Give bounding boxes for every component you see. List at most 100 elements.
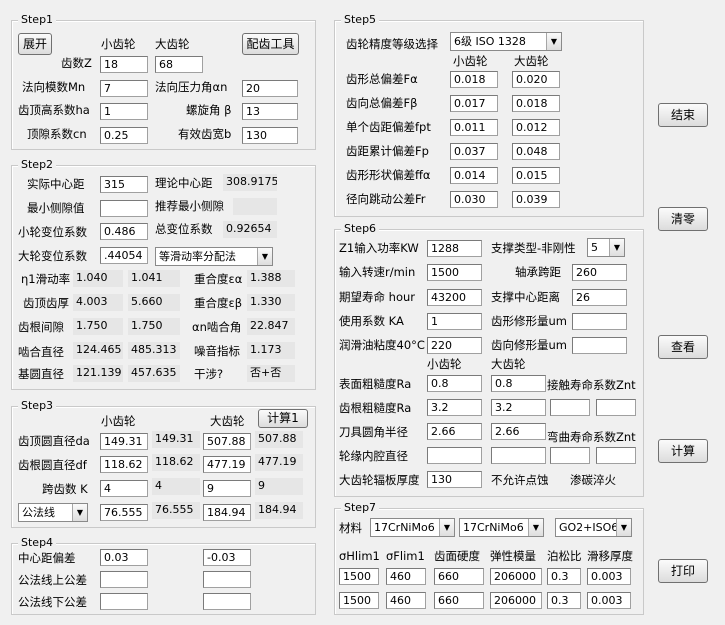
calculate-button[interactable]: 计算 (658, 439, 708, 463)
bending-life-factor-large-input[interactable] (596, 447, 636, 464)
wk-large-input[interactable]: 184.94 (203, 504, 251, 521)
contact-life-factor-small-input[interactable] (550, 399, 590, 416)
support-center-input[interactable]: 26 (572, 289, 627, 306)
measurement-mode-select[interactable]: 公法线 ▼ (18, 503, 88, 522)
tolerance-large-input[interactable]: 0.015 (512, 167, 560, 184)
view-button[interactable]: 查看 (658, 335, 708, 359)
bearing-span-input[interactable]: 260 (572, 264, 627, 281)
span-teeth-large-input[interactable]: 9 (203, 480, 251, 497)
span-teeth-small-input[interactable]: 4 (100, 480, 148, 497)
property-small-input[interactable]: 206000 (490, 568, 542, 585)
life-input[interactable]: 43200 (427, 289, 482, 306)
pressure-angle-input[interactable]: 20 (242, 80, 298, 97)
rim-diameter-small-input[interactable] (427, 447, 482, 464)
wk-lower-tol-small-input[interactable] (100, 593, 148, 610)
finish-button[interactable]: 结束 (658, 103, 708, 127)
surface-ra-large-input[interactable]: 0.8 (491, 375, 546, 392)
material-standard-select[interactable]: GO2+ISO633 ▼ (555, 518, 632, 537)
property-large-input[interactable]: 660 (434, 592, 484, 609)
tolerance-small-input[interactable]: 0.011 (450, 119, 498, 136)
property-small-input[interactable]: 0.3 (547, 568, 581, 585)
tolerance-large-input[interactable]: 0.020 (512, 71, 560, 88)
face-width-label: 有效齿宽b (178, 127, 232, 141)
expand-button[interactable]: 展开 (18, 33, 52, 55)
clear-button[interactable]: 清零 (658, 207, 708, 231)
tip-diameter-small-input[interactable]: 149.31 (100, 433, 148, 450)
root-ra-label: 齿根粗糙度Ra (339, 401, 412, 415)
contact-life-factor-large-input[interactable] (596, 399, 636, 416)
module-input[interactable]: 7 (100, 80, 148, 97)
tolerance-small-input[interactable]: 0.017 (450, 95, 498, 112)
actual-center-distance-input[interactable]: 315 (100, 176, 148, 193)
property-large-input[interactable]: 0.3 (547, 592, 581, 609)
property-large-input[interactable]: 0.003 (587, 592, 631, 609)
wk-upper-tol-small-input[interactable] (100, 571, 148, 588)
support-type-select[interactable]: 5 ▼ (587, 238, 625, 257)
wk-lower-tol-large-input[interactable] (203, 593, 251, 610)
tolerance-large-input[interactable]: 0.012 (512, 119, 560, 136)
lead-mod-input[interactable] (572, 337, 627, 354)
step1-title: Step1 (18, 13, 57, 27)
wk-upper-tol-large-input[interactable] (203, 571, 251, 588)
speed-input[interactable]: 1500 (427, 264, 482, 281)
print-button[interactable]: 打印 (658, 559, 708, 583)
tolerance-small-input[interactable]: 0.037 (450, 143, 498, 160)
tool-radius-large-input[interactable]: 2.66 (491, 423, 546, 440)
web-thickness-label: 大齿轮辐板厚度 (339, 473, 420, 487)
cd-deviation-upper-input[interactable]: 0.03 (100, 549, 148, 566)
wk-small-input[interactable]: 76.555 (100, 504, 148, 521)
surface-ra-small-input[interactable]: 0.8 (427, 375, 482, 392)
helix-label: 螺旋角 β (186, 103, 232, 117)
rim-diameter-large-input[interactable] (491, 447, 546, 464)
root-diameter-small-input[interactable]: 118.62 (100, 456, 148, 473)
teeth-small-input[interactable]: 18 (100, 56, 148, 73)
property-large-input[interactable]: 1500 (339, 592, 379, 609)
calculate1-button[interactable]: 计算1 (258, 409, 308, 428)
tolerance-small-input[interactable]: 0.014 (450, 167, 498, 184)
property-large-input[interactable]: 206000 (490, 592, 542, 609)
tolerance-small-input[interactable]: 0.018 (450, 71, 498, 88)
wk-upper-tol-label: 公法线上公差 (18, 573, 87, 587)
distribution-method-select[interactable]: 等滑动率分配法 ▼ (155, 247, 273, 266)
property-small-input[interactable]: 1500 (339, 568, 379, 585)
property-small-input[interactable]: 460 (386, 568, 426, 585)
material-small-select[interactable]: 17CrNiMo6 ▼ (370, 518, 455, 537)
step2-title: Step2 (18, 158, 57, 172)
viscosity-input[interactable]: 220 (427, 337, 482, 354)
property-small-input[interactable]: 660 (434, 568, 484, 585)
bending-life-factor-small-input[interactable] (550, 447, 590, 464)
gear-tool-button[interactable]: 配齿工具 (242, 33, 299, 55)
ka-input[interactable]: 1 (427, 313, 482, 330)
teeth-large-input[interactable]: 68 (155, 56, 203, 73)
x1-input[interactable]: 0.486 (100, 223, 148, 240)
tolerance-large-input[interactable]: 0.048 (512, 143, 560, 160)
cd-deviation-lower-input[interactable]: -0.03 (203, 549, 251, 566)
web-thickness-input[interactable]: 130 (427, 471, 482, 488)
power-input[interactable]: 1288 (427, 240, 482, 257)
x2-input[interactable]: .44054 (100, 247, 148, 264)
tolerance-large-input[interactable]: 0.018 (512, 95, 560, 112)
tool-radius-small-input[interactable]: 2.66 (427, 423, 482, 440)
tolerance-small-input[interactable]: 0.030 (450, 191, 498, 208)
tip-diameter-large-input[interactable]: 507.88 (203, 433, 251, 450)
tolerance-label: 径向跳动公差Fr (346, 192, 426, 206)
cd-deviation-label: 中心距偏差 (18, 551, 76, 565)
face-width-input[interactable]: 130 (242, 127, 298, 144)
root-diameter-large-input[interactable]: 477.19 (203, 456, 251, 473)
helix-input[interactable]: 13 (242, 103, 298, 120)
property-large-input[interactable]: 460 (386, 592, 426, 609)
tolerance-large-input[interactable]: 0.039 (512, 191, 560, 208)
profile-mod-input[interactable] (572, 313, 627, 330)
x2-label: 大轮变位系数 (18, 249, 87, 263)
root-ra-small-input[interactable]: 3.2 (427, 399, 482, 416)
addendum-input[interactable]: 1 (100, 103, 148, 120)
property-small-input[interactable]: 0.003 (587, 568, 631, 585)
root-ra-large-input[interactable]: 3.2 (491, 399, 546, 416)
material-large-select[interactable]: 17CrNiMo6 ▼ (459, 518, 544, 537)
clearance-input[interactable]: 0.25 (100, 127, 148, 144)
bending-life-factor-label: 弯曲寿命系数Znt (547, 430, 636, 444)
accuracy-grade-select[interactable]: 6级 ISO 1328 ▼ (450, 32, 562, 51)
min-backlash-input[interactable] (100, 200, 148, 217)
slip-rate-small: 1.040 (73, 270, 123, 287)
interference-value: 否+否 (247, 365, 295, 382)
